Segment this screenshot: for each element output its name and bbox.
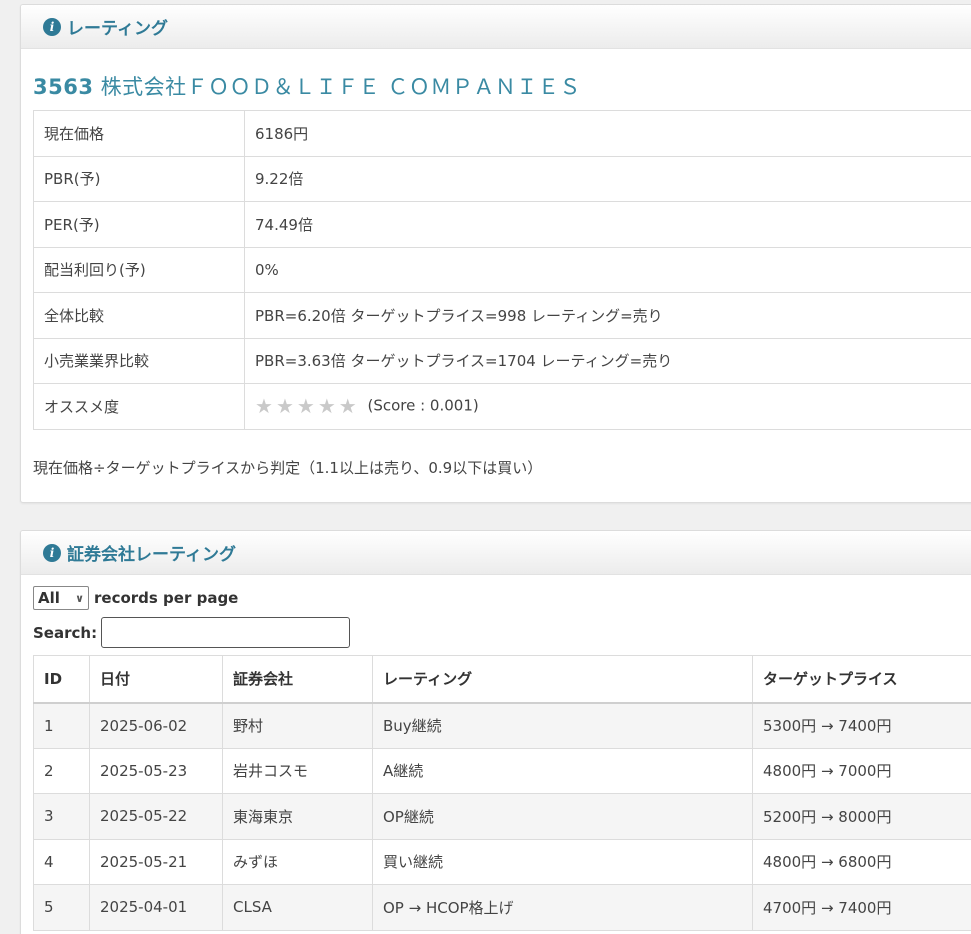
cell-target-price: 4800円 → 6800円 — [752, 838, 971, 885]
recommend-value: ★ ★ ★ ★ ★ (Score : 0.001) — [244, 383, 971, 430]
broker-panel-header: i 証券会社レーティング — [21, 531, 971, 575]
info-value: PBR=3.63倍 ターゲットプライス=1704 レーティング=売り — [244, 337, 971, 384]
column-header-id[interactable]: ID — [33, 655, 90, 704]
column-header-rating[interactable]: レーティング — [372, 655, 753, 704]
company-name: 株式会社ＦＯＯＤ＆ＬＩＦＥ ＣＯＭＰＡＮＩＥＳ — [100, 75, 581, 99]
table-row: 5 2025-04-01 CLSA OP → HCOP格上げ 4700円 → 7… — [33, 884, 971, 931]
info-row: 現在価格 6186円 — [33, 110, 971, 157]
recommend-row: オススメ度 ★ ★ ★ ★ ★ (Score : 0.001) — [33, 383, 971, 430]
cell-date: 2025-06-02 — [89, 702, 223, 749]
broker-rating-panel: i 証券会社レーティング All ∨ records per page Sear… — [20, 530, 971, 934]
table-row: 1 2025-06-02 野村 Buy継続 5300円 → 7400円 — [33, 702, 971, 749]
table-header-row: ID 日付 証券会社 レーティング ターゲットプライス — [33, 655, 971, 704]
cell-date: 2025-04-01 — [89, 884, 223, 931]
search-row: Search: — [33, 617, 351, 648]
star-rating: ★ ★ ★ ★ ★ — [255, 396, 357, 416]
cell-firm: 東海東京 — [222, 793, 373, 840]
cell-date: 2025-05-21 — [89, 838, 223, 885]
info-label: 小売業業界比較 — [33, 337, 245, 384]
info-value: 6186円 — [244, 110, 971, 157]
cell-date: 2025-05-23 — [89, 747, 223, 794]
info-label: PER(予) — [33, 201, 245, 248]
select-value: All — [38, 589, 60, 607]
star-icon: ★ — [317, 394, 336, 419]
column-header-date[interactable]: 日付 — [89, 655, 223, 704]
records-per-page: All ∨ records per page — [33, 586, 238, 610]
info-value: 9.22倍 — [244, 155, 971, 202]
search-label: Search: — [33, 623, 98, 642]
info-value: 74.49倍 — [244, 201, 971, 248]
search-input[interactable] — [101, 617, 351, 648]
cell-id: 4 — [33, 838, 90, 885]
cell-firm: みずほ — [222, 838, 373, 885]
cell-target-price: 5300円 → 7400円 — [752, 702, 971, 749]
cell-date: 2025-05-22 — [89, 793, 223, 840]
cell-id: 3 — [33, 793, 90, 840]
cell-id: 5 — [33, 884, 90, 931]
cell-rating: 買い継続 — [372, 838, 753, 885]
info-label: PBR(予) — [33, 155, 245, 202]
info-value: PBR=6.20倍 ターゲットプライス=998 レーティング=売り — [244, 292, 971, 339]
company-code: 3563 — [33, 75, 94, 99]
company-heading: 3563 株式会社ＦＯＯＤ＆ＬＩＦＥ ＣＯＭＰＡＮＩＥＳ — [33, 71, 581, 101]
records-per-page-label: records per page — [94, 589, 239, 607]
records-per-page-select[interactable]: All ∨ — [33, 586, 89, 610]
column-header-target-price[interactable]: ターゲットプライス — [752, 655, 971, 704]
cell-id: 2 — [33, 747, 90, 794]
cell-id: 1 — [33, 702, 90, 749]
column-header-firm[interactable]: 証券会社 — [222, 655, 373, 704]
recommend-label: オススメ度 — [33, 383, 245, 430]
cell-rating: A継続 — [372, 747, 753, 794]
info-label: 配当利回り(予) — [33, 246, 245, 293]
info-label: 現在価格 — [33, 110, 245, 157]
rating-panel-header: i レーティング — [21, 5, 971, 49]
cell-firm: 岩井コスモ — [222, 747, 373, 794]
info-label: 全体比較 — [33, 292, 245, 339]
cell-firm: CLSA — [222, 884, 373, 931]
info-value: 0% — [244, 246, 971, 293]
cell-rating: Buy継続 — [372, 702, 753, 749]
star-icon: ★ — [338, 394, 357, 419]
info-icon: i — [43, 17, 61, 36]
cell-target-price: 4800円 → 7000円 — [752, 747, 971, 794]
chevron-down-icon: ∨ — [75, 591, 84, 605]
cell-rating: OP → HCOP格上げ — [372, 884, 753, 931]
rating-note: 現在価格÷ターゲットプライスから判定（1.1以上は売り、0.9以下は買い） — [33, 459, 543, 477]
info-icon: i — [43, 543, 61, 562]
rating-panel: i レーティング 3563 株式会社ＦＯＯＤ＆ＬＩＦＥ ＣＯＭＰＡＮＩＥＳ 現在… — [20, 4, 971, 503]
cell-target-price: 5200円 → 8000円 — [752, 793, 971, 840]
star-icon: ★ — [255, 394, 273, 419]
star-icon: ★ — [275, 394, 294, 419]
star-icon: ★ — [296, 394, 315, 419]
info-row: PER(予) 74.49倍 — [33, 201, 971, 248]
cell-rating: OP継続 — [372, 793, 753, 840]
info-row: 全体比較 PBR=6.20倍 ターゲットプライス=998 レーティング=売り — [33, 292, 971, 339]
info-row: 配当利回り(予) 0% — [33, 246, 971, 293]
table-row: 4 2025-05-21 みずほ 買い継続 4800円 → 6800円 — [33, 838, 971, 885]
broker-panel-title: 証券会社レーティング — [67, 545, 236, 565]
score-text: (Score : 0.001) — [367, 396, 479, 415]
rating-panel-title: レーティング — [67, 19, 168, 39]
broker-ratings-table: ID 日付 証券会社 レーティング ターゲットプライス 1 2025-06-02… — [33, 655, 971, 931]
table-row: 3 2025-05-22 東海東京 OP継続 5200円 → 8000円 — [33, 793, 971, 840]
info-row: 小売業業界比較 PBR=3.63倍 ターゲットプライス=1704 レーティング=売… — [33, 337, 971, 384]
cell-firm: 野村 — [222, 702, 373, 749]
cell-target-price: 4700円 → 7400円 — [752, 884, 971, 931]
table-row: 2 2025-05-23 岩井コスモ A継続 4800円 → 7000円 — [33, 747, 971, 794]
info-row: PBR(予) 9.22倍 — [33, 155, 971, 202]
rating-info-table: 現在価格 6186円 PBR(予) 9.22倍 PER(予) 74.49倍 配当利回り… — [33, 110, 971, 430]
